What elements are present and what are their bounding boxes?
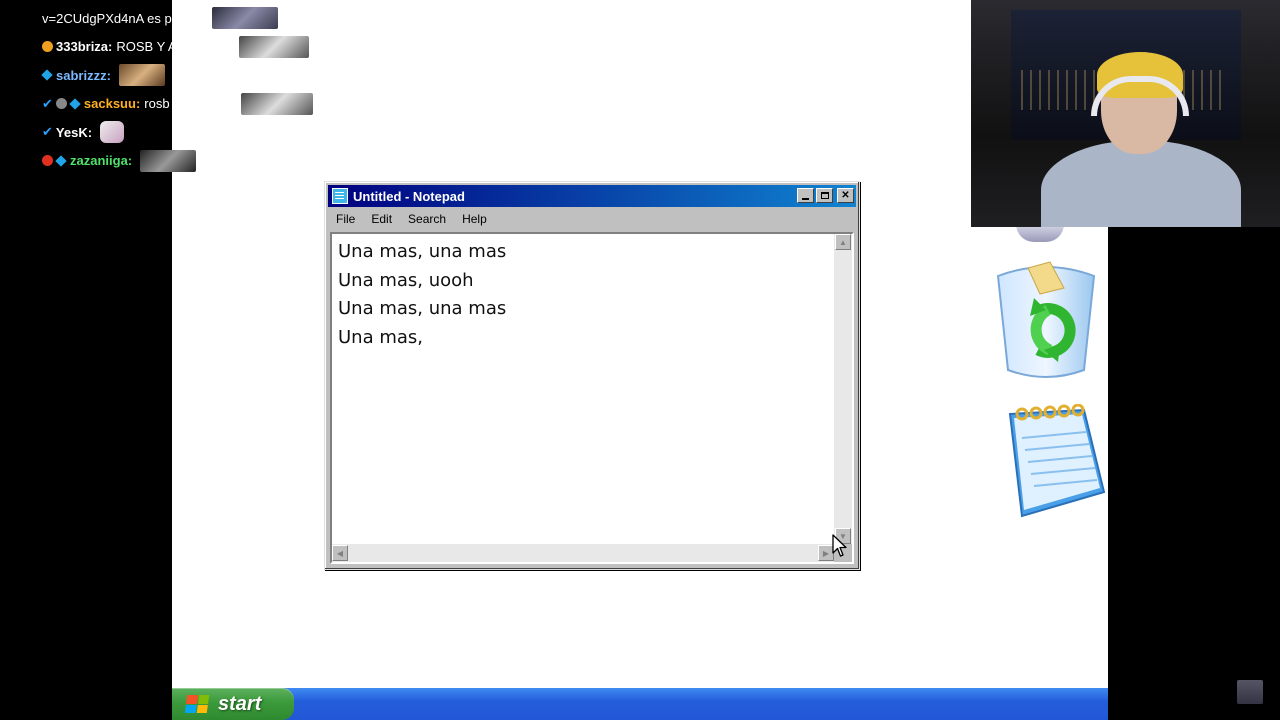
start-label: start <box>218 692 262 715</box>
menu-search[interactable]: Search <box>400 212 454 226</box>
window-controls: ✕ <box>797 188 854 203</box>
chat-message-text: ROSB Y ASAPRAMI <box>116 39 236 55</box>
verified-icon: ✔ <box>42 95 53 111</box>
chat-message: ✔ YesK: <box>42 118 342 147</box>
menu-file[interactable]: File <box>328 212 363 226</box>
scroll-up-button[interactable]: ▲ <box>835 234 851 250</box>
maximize-button[interactable] <box>816 188 833 203</box>
chat-username: sacksuu: <box>83 96 141 112</box>
start-button[interactable]: start <box>172 688 294 720</box>
recycle-bin-icon[interactable] <box>988 258 1104 382</box>
chat-username: YesK: <box>55 124 93 140</box>
title-bar[interactable]: Untitled - Notepad ✕ <box>328 185 856 207</box>
badge-icon <box>42 41 53 53</box>
recycle-bin-graphic <box>996 261 1096 378</box>
emote-image <box>239 35 310 58</box>
scroll-left-button[interactable]: ◀ <box>332 545 348 561</box>
notepad-graphic <box>1008 403 1106 518</box>
notepad-app-icon <box>332 188 348 204</box>
emote-image <box>240 92 313 115</box>
close-icon: ✕ <box>841 189 850 201</box>
menu-edit[interactable]: Edit <box>363 212 400 226</box>
maximize-icon <box>820 192 829 199</box>
webcam-overlay <box>971 0 1280 227</box>
chat-username: 333briza: <box>56 39 113 55</box>
mouse-cursor-icon <box>832 534 847 557</box>
chat-message-text: rosb y asaprami <box>144 96 237 112</box>
chat-message-text: v=2CUdgPXd4nA es por aca <box>42 10 208 26</box>
horizontal-scrollbar[interactable]: ◀ ▶ <box>332 544 834 562</box>
window-title: Untitled - Notepad <box>353 188 465 204</box>
emote-image <box>211 7 278 30</box>
badge-icon <box>55 98 67 110</box>
corner-thumbnail <box>1237 680 1263 704</box>
verified-icon: ✔ <box>42 124 53 140</box>
chat-message: v=2CUdgPXd4nA es por aca <box>42 4 342 33</box>
chat-message: 333briza: ROSB Y ASAPRAMI <box>42 33 342 62</box>
close-button[interactable]: ✕ <box>837 188 854 203</box>
text-editor[interactable]: Una mas, una mas Una mas, uooh Una mas, … <box>332 234 834 544</box>
badge-icon <box>42 155 53 167</box>
chat-message: sabrizzz: <box>41 61 342 90</box>
chat-message: zazaniiga: <box>42 147 342 176</box>
chat-message: ✔ sacksuu: rosb y asaprami <box>42 90 342 119</box>
notepad-window[interactable]: Untitled - Notepad ✕ File Edit Search He… <box>324 181 860 570</box>
notepad-desktop-icon[interactable] <box>1000 403 1108 520</box>
chat-username: sabrizzz: <box>56 67 111 83</box>
vertical-scrollbar[interactable]: ▲ ▼ <box>834 234 852 544</box>
minimize-icon <box>802 197 809 200</box>
sub-badge-icon <box>41 69 53 81</box>
menu-bar: File Edit Search Help <box>328 209 856 229</box>
windows-logo-icon <box>184 695 210 713</box>
editor-frame: Una mas, una mas Una mas, uooh Una mas, … <box>330 232 854 564</box>
emote-image <box>100 121 125 144</box>
stream-chat: v=2CUdgPXd4nA es por aca 333briza: ROSB … <box>41 4 342 176</box>
sub-badge-icon <box>69 98 81 110</box>
emote-image <box>140 149 197 172</box>
minimize-button[interactable] <box>797 188 814 203</box>
sub-badge-icon <box>55 155 67 167</box>
chat-username: zazaniiga: <box>70 153 133 169</box>
emote-image <box>118 64 165 87</box>
menu-help[interactable]: Help <box>454 212 495 226</box>
taskbar: start <box>172 688 1108 720</box>
